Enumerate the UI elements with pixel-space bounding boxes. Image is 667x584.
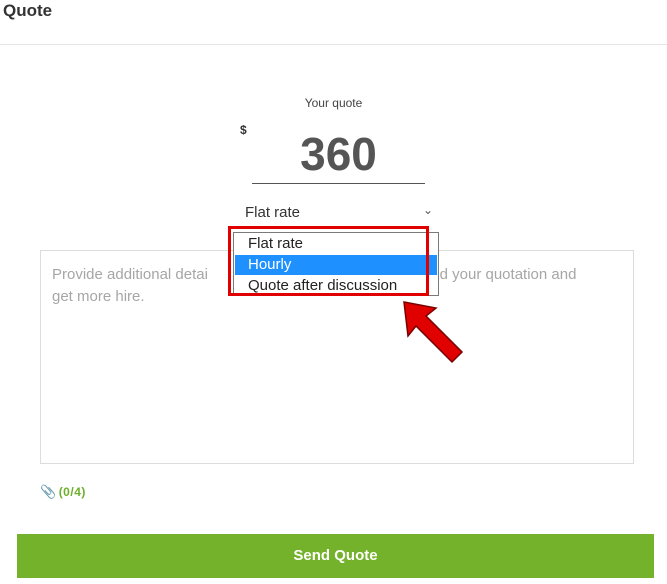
highlight-box — [228, 226, 429, 296]
rate-type-select[interactable]: Flat rate ⌄ — [237, 200, 440, 226]
page-title: Quote — [3, 1, 53, 20]
send-quote-button[interactable]: Send Quote — [17, 534, 654, 578]
attachment-link[interactable]: 📎 (0/4) — [40, 484, 86, 500]
attachment-count: (0/4) — [58, 485, 86, 499]
header: Quote — [0, 0, 667, 45]
rate-type-value: Flat rate — [245, 204, 301, 221]
quote-label: Your quote — [304, 96, 363, 110]
paperclip-icon: 📎 — [40, 484, 57, 499]
quote-amount-input[interactable] — [252, 125, 425, 184]
pointer-arrow-icon — [403, 301, 464, 364]
currency-symbol: $ — [240, 123, 247, 137]
chevron-down-icon: ⌄ — [423, 203, 434, 217]
